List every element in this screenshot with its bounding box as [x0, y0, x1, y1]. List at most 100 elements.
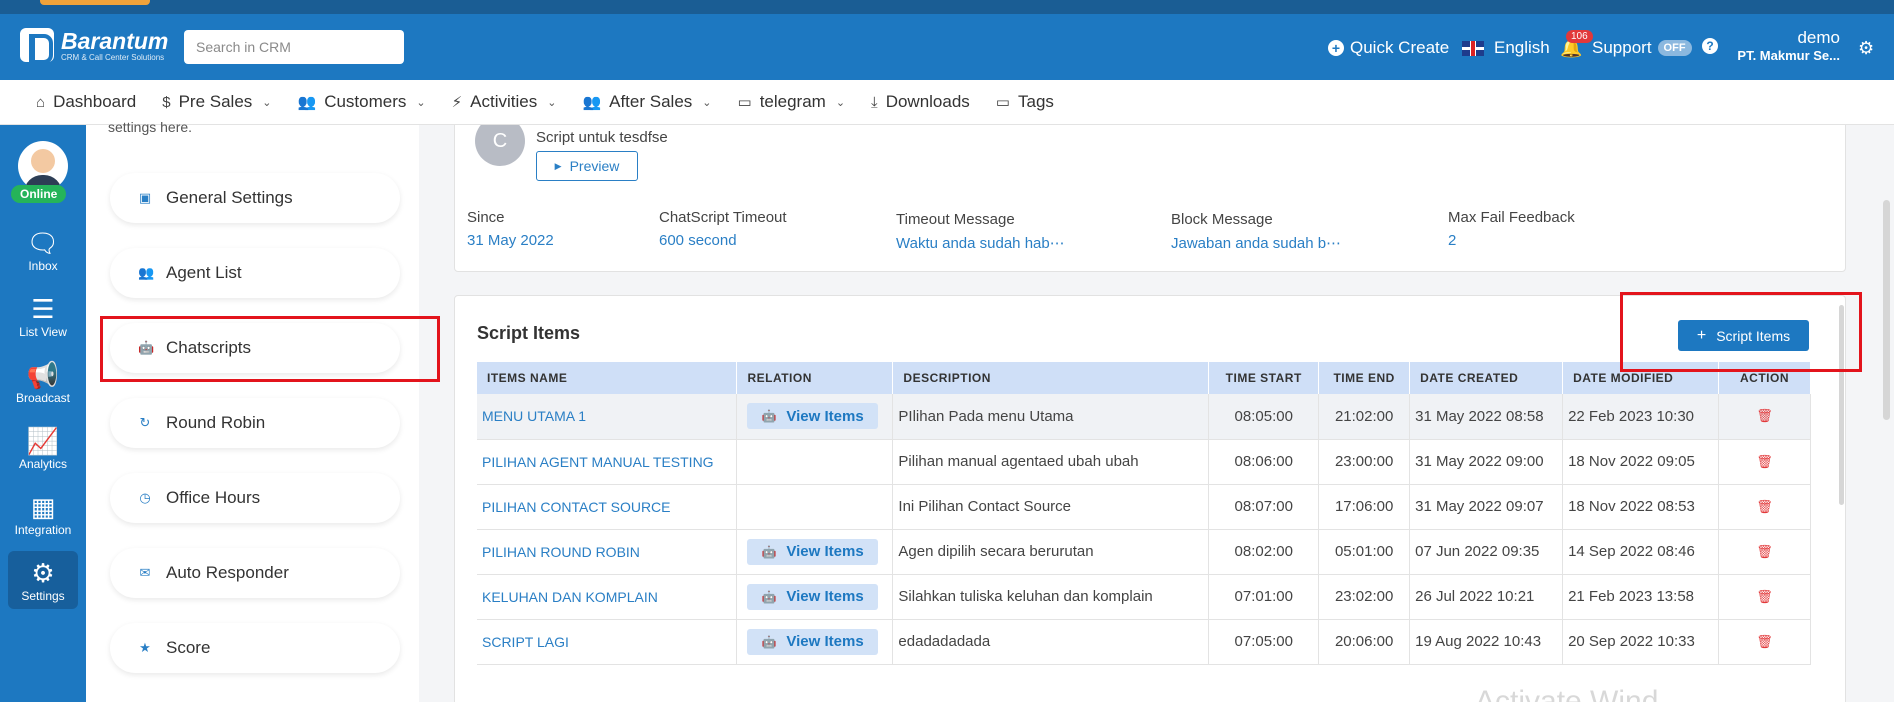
view-items-label: View Items	[786, 588, 864, 605]
view-items-button[interactable]: 🤖 View Items	[747, 538, 878, 565]
settings-item-office-hours[interactable]: ◷ Office Hours	[110, 473, 400, 523]
date-created-cell: 31 May 2022 08:58	[1409, 394, 1564, 440]
rail-item-label: List View	[19, 325, 67, 339]
delete-cell: 🗑	[1718, 529, 1811, 575]
chevron-down-icon: ⌄	[835, 96, 846, 109]
item-name-link[interactable]: PILIHAN CONTACT SOURCE	[477, 484, 738, 530]
table-row[interactable]: MENU UTAMA 1 🤖 View Items PIlihan Pada menu…	[477, 394, 1811, 440]
nav-item-activities[interactable]: ⚡ Activities ⌄	[452, 92, 557, 112]
description-cell: Pilihan manual agentaed ubah ubah	[892, 439, 1210, 485]
nav-item-dashboard[interactable]: ⌂ Dashboard	[36, 92, 136, 112]
view-items-label: View Items	[786, 543, 864, 560]
gear-icon[interactable]: ⚙	[1858, 38, 1874, 59]
trash-icon[interactable]: 🗑	[1756, 454, 1773, 469]
script-items-table: ITEMS NAME RELATION DESCRIPTION TIME START T…	[477, 362, 1811, 665]
meta-timeout-message: Timeout Message Waktu anda sudah hab⋯	[896, 211, 1065, 252]
item-name-link[interactable]: PILIHAN AGENT MANUAL TESTING	[477, 439, 738, 485]
date-created-cell: 31 May 2022 09:07	[1409, 484, 1564, 530]
column-header[interactable]: RELATION	[736, 362, 894, 394]
meta-value[interactable]: Waktu anda sudah hab⋯	[896, 234, 1065, 252]
column-header[interactable]: DATE CREATED	[1409, 362, 1564, 394]
rail-item-inbox[interactable]: 🗨 Inbox	[8, 227, 78, 273]
meta-block-message: Block Message Jawaban anda sudah b⋯	[1171, 211, 1341, 252]
nav-item-customers[interactable]: 👥 Customers ⌄	[298, 92, 426, 112]
notification-count: 106	[1566, 30, 1593, 43]
rail-item-integration[interactable]: ▦ Integration	[8, 491, 78, 537]
description-cell: PIlihan Pada menu Utama	[892, 394, 1210, 440]
column-header[interactable]: TIME START	[1208, 362, 1320, 394]
table-row[interactable]: PILIHAN ROUND ROBIN 🤖 View Items Agen dipil…	[477, 529, 1811, 575]
trash-icon[interactable]: 🗑	[1756, 544, 1773, 559]
delete-cell: 🗑	[1718, 574, 1811, 620]
highlight-add-script-items	[1620, 292, 1862, 372]
meta-value[interactable]: 2	[1448, 232, 1575, 249]
settings-item-general-settings[interactable]: ▣ General Settings	[110, 173, 400, 223]
meta-value[interactable]: Jawaban anda sudah b⋯	[1171, 234, 1341, 252]
rail-item-settings[interactable]: ⚙ Settings	[8, 551, 78, 609]
search-input[interactable]	[184, 30, 404, 64]
support-toggle[interactable]: Support OFF	[1592, 38, 1692, 58]
rail-item-analytics[interactable]: 📈 Analytics	[8, 425, 78, 471]
view-items-button[interactable]: 🤖 View Items	[747, 628, 878, 655]
table-row[interactable]: SCRIPT LAGI 🤖 View Items edadadadada 07:05:0…	[477, 619, 1811, 665]
trash-icon[interactable]: 🗑	[1756, 499, 1773, 514]
date-modified-cell: 18 Nov 2022 09:05	[1562, 439, 1720, 485]
rail-item-broadcast[interactable]: 📢 Broadcast	[8, 359, 78, 405]
delete-cell: 🗑	[1718, 484, 1811, 530]
status-badge[interactable]: Online	[11, 185, 67, 203]
rail-item-label: Inbox	[28, 259, 58, 273]
meta-value[interactable]: 31 May 2022	[467, 232, 554, 249]
uk-flag-icon	[1462, 40, 1484, 56]
table-row[interactable]: KELUHAN DAN KOMPLAIN 🤖 View Items Silahkan …	[477, 574, 1811, 620]
nav-item-after-sales[interactable]: 👥 After Sales ⌄	[582, 92, 711, 112]
meta-label: Since	[467, 209, 505, 226]
table-row[interactable]: PILIHAN AGENT MANUAL TESTING Pilihan manu…	[477, 439, 1811, 485]
plus-circle-icon: +	[1328, 40, 1344, 56]
preview-button[interactable]: ▶ Preview	[536, 151, 638, 181]
settings-item-score[interactable]: ★ Score	[110, 623, 400, 673]
description-cell: Silahkan tuliska keluhan dan komplain	[892, 574, 1210, 620]
item-name-link[interactable]: KELUHAN DAN KOMPLAIN	[477, 574, 738, 620]
trash-icon[interactable]: 🗑	[1756, 408, 1773, 423]
item-name-link[interactable]: SCRIPT LAGI	[477, 619, 738, 665]
view-items-button[interactable]: 🤖 View Items	[747, 583, 878, 610]
nav-item-telegram[interactable]: ▭ telegram ⌄	[738, 92, 846, 112]
trash-icon[interactable]: 🗑	[1756, 634, 1773, 649]
home-icon: ⌂	[36, 93, 46, 111]
view-items-button[interactable]: 🤖 View Items	[747, 403, 878, 430]
settings-item-auto-responder[interactable]: ✉ Auto Responder	[110, 548, 400, 598]
trash-icon[interactable]: 🗑	[1756, 589, 1773, 604]
item-name-link[interactable]: MENU UTAMA 1	[477, 394, 738, 440]
meta-label: Timeout Message	[896, 211, 1015, 228]
chevron-down-icon: ⌄	[416, 96, 426, 109]
nav-item-downloads[interactable]: ⤓ Downloads	[871, 92, 970, 112]
table-row[interactable]: PILIHAN CONTACT SOURCE Ini Pilihan Contac…	[477, 484, 1811, 530]
quick-create-button[interactable]: + Quick Create	[1328, 38, 1449, 58]
folder-icon: ▭	[995, 94, 1010, 111]
robot-icon: 🤖	[761, 409, 777, 424]
settings-item-agent-list[interactable]: 👥 Agent List	[110, 248, 400, 298]
nav-item-pre-sales[interactable]: $ Pre Sales ⌄	[162, 92, 271, 112]
item-name-link[interactable]: PILIHAN ROUND ROBIN	[477, 529, 738, 575]
script-avatar: C	[475, 125, 525, 166]
rail-item-list-view[interactable]: ☰ List View	[8, 293, 78, 339]
column-header[interactable]: DESCRIPTION	[892, 362, 1210, 394]
help-icon[interactable]: ?	[1702, 38, 1718, 54]
chart-icon: 📈	[26, 426, 60, 456]
time-start-cell: 08:05:00	[1208, 394, 1320, 440]
settings-item-label: Score	[166, 638, 211, 657]
settings-item-label: Office Hours	[166, 488, 261, 507]
meta-value[interactable]: 600 second	[659, 232, 787, 249]
time-start-cell: 08:07:00	[1208, 484, 1320, 530]
nav-item-tags[interactable]: ▭ Tags	[996, 92, 1054, 112]
column-header[interactable]: TIME END	[1318, 362, 1411, 394]
user-menu[interactable]: demo PT. Makmur Se...	[1736, 28, 1840, 63]
script-subtitle: Script untuk tesdfse	[536, 129, 668, 146]
column-header[interactable]: ITEMS NAME	[477, 362, 738, 394]
language-selector[interactable]: English	[1462, 38, 1550, 58]
agent-avatar[interactable]	[18, 141, 68, 191]
page-scrollbar[interactable]	[1883, 200, 1890, 420]
logo[interactable]: Barantum CRM & Call Center Solutions	[20, 28, 168, 64]
settings-item-round-robin[interactable]: ↻ Round Robin	[110, 398, 400, 448]
nav-item-label: Dashboard	[53, 92, 137, 111]
